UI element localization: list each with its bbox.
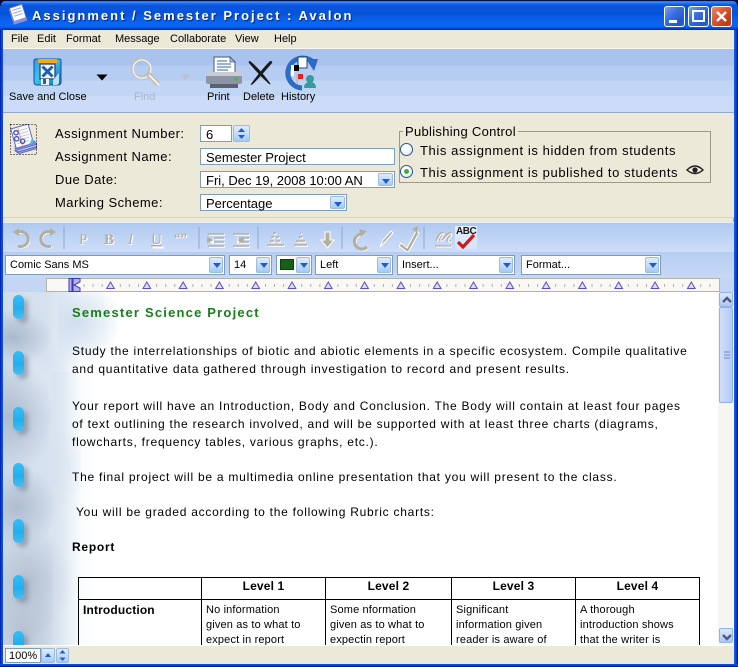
svg-text:P: P bbox=[79, 232, 87, 248]
svg-text:I: I bbox=[127, 232, 134, 248]
svg-text:U: U bbox=[151, 232, 162, 248]
svg-text:“”: “” bbox=[174, 230, 187, 245]
svg-text:B: B bbox=[104, 232, 114, 248]
